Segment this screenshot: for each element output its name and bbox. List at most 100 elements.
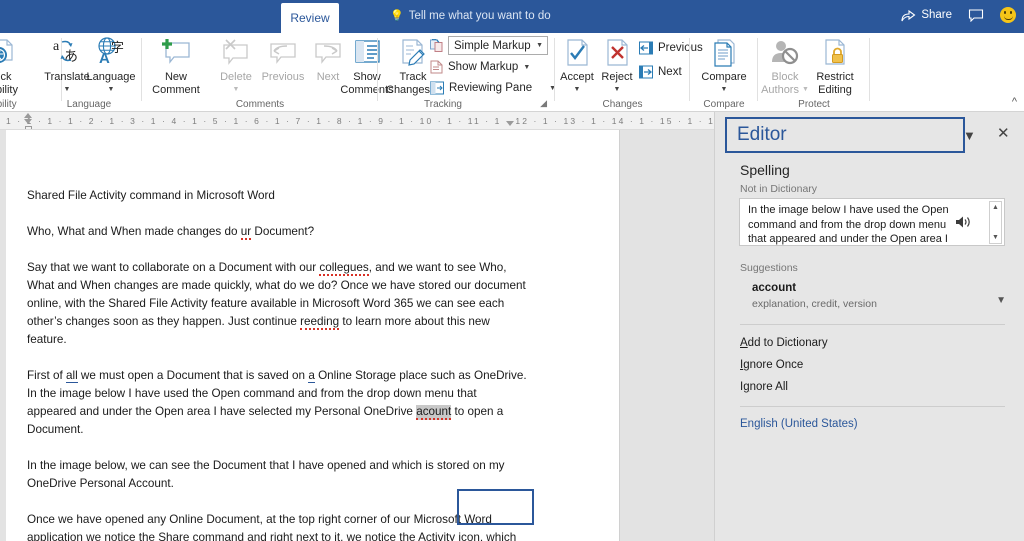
page-edge <box>619 130 620 541</box>
chevron-down-icon[interactable]: ▼ <box>536 42 543 49</box>
spelling-error-word[interactable]: collegues <box>319 261 369 276</box>
compare-button[interactable]: Compare ▼ <box>693 36 755 96</box>
document-work-area: Shared File Activity command in Microsof… <box>0 130 714 541</box>
editor-title: Editor <box>737 124 787 145</box>
compare-label: Compare <box>701 71 747 83</box>
text-run: we must open a Document that is saved on <box>77 369 309 382</box>
scroll-down-arrow[interactable]: ▼ <box>992 232 999 243</box>
document-paragraph[interactable]: Say that we want to collaborate on a Doc… <box>27 259 527 349</box>
tab-review[interactable]: Review <box>281 3 339 33</box>
share-button[interactable]: Share <box>901 9 952 22</box>
new-comment-icon <box>145 36 207 68</box>
smiley-face-icon <box>1000 7 1016 23</box>
block-authors-button[interactable]: Block Authors ▼ <box>758 36 812 96</box>
text-run: Document? <box>251 225 315 238</box>
spelling-error-word[interactable]: reeding <box>300 315 340 330</box>
markup-view-icon <box>430 38 444 58</box>
new-comment-button[interactable]: New Comment <box>145 36 207 96</box>
reject-change-icon <box>597 36 637 68</box>
restrict-editing-icon <box>808 36 862 68</box>
track-changes-label-2: Changes <box>386 83 431 96</box>
next-change-button[interactable]: Next <box>639 65 682 79</box>
show-markup-label: Show Markup <box>448 61 519 73</box>
reviewing-pane-button[interactable]: Reviewing Pane ▼ <box>430 81 556 95</box>
group-label-protect: Protect <box>798 99 830 110</box>
language-link[interactable]: English (United States) <box>740 418 858 430</box>
right-indent-marker[interactable] <box>506 121 514 126</box>
language-icon: A 字 <box>80 36 142 68</box>
comment-button[interactable] <box>968 8 984 22</box>
speaker-icon[interactable] <box>955 215 971 234</box>
document-body[interactable]: Shared File Activity command in Microsof… <box>27 187 527 541</box>
ribbon: eck sibility sibility a あ <box>0 33 1024 112</box>
check-accessibility-button[interactable]: eck sibility <box>0 36 34 96</box>
group-label-compare: Compare <box>703 99 745 110</box>
language-label: Language <box>86 71 136 83</box>
chevron-down-icon[interactable]: ▼ <box>523 64 530 71</box>
next-change-label: Next <box>658 66 682 78</box>
lightbulb-icon: 💡 <box>390 10 404 22</box>
tell-me-search[interactable]: 💡 Tell me what you want to do <box>390 9 551 22</box>
title-bar: Review 💡 Tell me what you want to do Shar… <box>0 0 1024 33</box>
text-run: First of <box>27 369 66 382</box>
ignore-once-button[interactable]: Ignore Once <box>740 359 803 371</box>
ignore-once-label: gnore Once <box>743 359 804 371</box>
account-button[interactable] <box>1000 7 1016 23</box>
group-label-comments: Comments <box>235 99 285 110</box>
markup-view-combo[interactable]: Simple Markup ▼ <box>448 36 548 55</box>
svg-text:a: a <box>53 39 60 54</box>
language-button[interactable]: A 字 Language ▼ <box>80 36 142 96</box>
editor-context-scrollbar[interactable]: ▲ ▼ <box>989 201 1002 244</box>
ribbon-group-tracking: Track Changes ▼ Simple Markup ▼ <box>378 33 556 112</box>
restrict-editing-button[interactable]: Restrict Editing <box>808 36 862 96</box>
title-bar-right-controls: Share <box>901 7 1016 23</box>
grammar-error-word[interactable]: all <box>65 369 78 383</box>
selected-error-word[interactable]: acount <box>416 405 452 420</box>
chevron-down-icon[interactable]: ▼ <box>597 84 637 97</box>
document-paragraph[interactable]: First of all we must open a Document tha… <box>27 367 527 439</box>
document-paragraph[interactable]: Shared File Activity command in Microsof… <box>27 187 527 205</box>
accept-change-label: Accept <box>560 71 594 83</box>
markup-view-value: Simple Markup <box>454 39 531 52</box>
reject-change-button[interactable]: Reject ▼ <box>597 36 637 96</box>
editor-title-box: Editor <box>725 117 965 153</box>
dialog-launcher-icon[interactable]: ◢ <box>540 98 547 109</box>
accept-change-button[interactable]: Accept ▼ <box>557 36 597 96</box>
suggestion-word[interactable]: account <box>752 282 796 294</box>
spelling-error-word[interactable]: ur <box>240 225 252 240</box>
chevron-down-icon[interactable]: ▼ <box>80 84 142 97</box>
block-authors-icon <box>758 36 812 68</box>
chevron-down-icon[interactable]: ▼ <box>693 84 755 97</box>
group-label-tracking: Tracking <box>424 99 462 110</box>
accept-change-icon <box>557 36 597 68</box>
block-authors-label-1: Block <box>771 71 799 83</box>
reviewing-pane-icon <box>430 81 444 95</box>
horizontal-ruler[interactable]: 1 · 1 · 1 · 1 · 2 · 1 · 3 · 1 · 4 · 1 · … <box>0 112 714 130</box>
editor-context-box[interactable]: In the image below I have used the Open … <box>739 198 1005 246</box>
chevron-down-icon[interactable]: ▼ <box>557 84 597 97</box>
show-markup-button[interactable]: Show Markup ▼ <box>430 60 530 74</box>
divider <box>740 324 1005 325</box>
block-authors-label-2: Authors <box>761 83 799 96</box>
document-paragraph[interactable]: Who, What and When made changes do ur Do… <box>27 223 527 241</box>
tell-me-label: Tell me what you want to do <box>408 10 551 22</box>
add-to-dictionary-label: dd to Dictionary <box>747 337 828 349</box>
comment-icon <box>968 8 984 22</box>
document-paragraph[interactable]: Once we have opened any Online Document,… <box>27 511 527 541</box>
document-page[interactable]: Shared File Activity command in Microsof… <box>6 130 619 541</box>
add-to-dictionary-button[interactable]: Add to Dictionary <box>740 337 828 349</box>
text-run: Shared File Activity command in Microsof… <box>27 189 275 202</box>
document-paragraph[interactable]: In the image below, we can see the Docum… <box>27 457 527 493</box>
scroll-up-arrow[interactable]: ▲ <box>992 202 999 213</box>
spelling-selection-box <box>457 489 534 525</box>
collapse-ribbon-button[interactable]: ^ <box>1012 96 1017 108</box>
close-icon[interactable]: ✕ <box>997 124 1010 142</box>
indent-marker[interactable] <box>24 113 33 129</box>
chevron-down-icon[interactable]: ▼ <box>996 295 1006 306</box>
svg-text:字: 字 <box>111 40 124 55</box>
chevron-down-icon[interactable]: ▼ <box>963 128 976 143</box>
chevron-down-icon[interactable]: ▼ <box>205 84 267 97</box>
ignore-all-button[interactable]: Ignore All <box>740 381 788 393</box>
reject-change-label: Reject <box>601 71 633 83</box>
previous-change-icon <box>639 41 653 55</box>
